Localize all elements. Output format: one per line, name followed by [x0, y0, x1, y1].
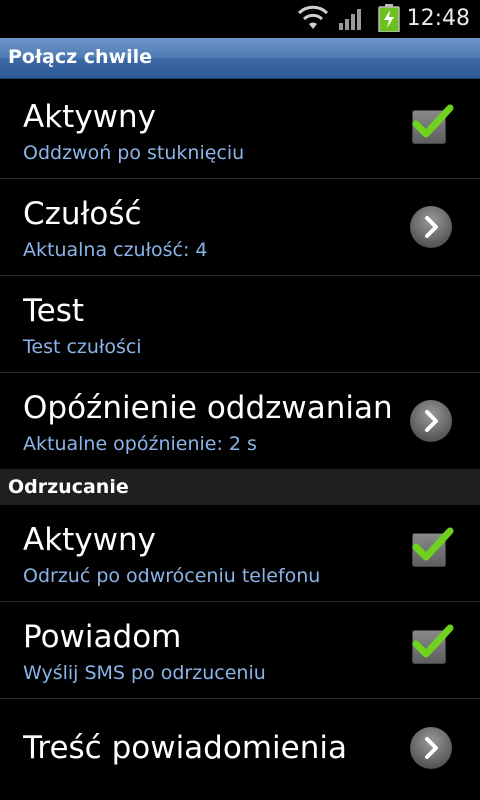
setting-row-reject-active[interactable]: Aktywny Odrzuć po odwróceniu telefonu [0, 505, 480, 602]
setting-title: Aktywny [23, 99, 157, 135]
status-bar: 12:48 [0, 0, 480, 38]
settings-list: Aktywny Oddzwoń po stuknięciu Czułość Ak… [0, 82, 480, 795]
setting-row-callback-delay[interactable]: Opóźnienie oddzwaniania Aktualne opóźnie… [0, 373, 480, 469]
checkmark-icon [412, 624, 454, 658]
battery-charging-icon [378, 4, 400, 32]
chevron-right-icon[interactable] [409, 205, 453, 249]
setting-row-sensitivity[interactable]: Czułość Aktualna czułość: 4 [0, 179, 480, 276]
setting-title: Opóźnienie oddzwaniania [23, 390, 393, 426]
setting-title: Powiadom [23, 619, 182, 655]
setting-subtitle: Wyślij SMS po odrzuceniu [23, 662, 266, 684]
setting-title: Aktywny [23, 522, 157, 558]
setting-row-notification-text[interactable]: Treść powiadomienia [0, 699, 480, 795]
chevron-right-icon[interactable] [409, 726, 453, 770]
signal-icon [339, 9, 361, 30]
chevron-right-icon[interactable] [409, 399, 453, 443]
wifi-icon [297, 5, 329, 29]
checkbox-reject-active[interactable] [412, 527, 454, 567]
checkbox-callback-active[interactable] [412, 104, 454, 144]
setting-subtitle: Aktualne opóźnienie: 2 s [23, 433, 257, 455]
checkmark-icon [412, 104, 454, 138]
setting-row-notify[interactable]: Powiadom Wyślij SMS po odrzuceniu [0, 602, 480, 699]
setting-subtitle: Odrzuć po odwróceniu telefonu [23, 565, 321, 587]
setting-subtitle: Aktualna czułość: 4 [23, 239, 208, 261]
setting-subtitle: Test czułości [23, 336, 142, 358]
setting-title: Treść powiadomienia [23, 730, 347, 766]
status-time: 12:48 [406, 6, 470, 31]
section-header-label: Odrzucanie [8, 476, 129, 498]
checkmark-icon [412, 527, 454, 561]
setting-row-test[interactable]: Test Test czułości [0, 276, 480, 373]
page-title: Połącz chwile [8, 46, 153, 68]
section-header-reject: Odrzucanie [0, 469, 480, 505]
setting-title: Test [23, 293, 85, 329]
setting-subtitle: Oddzwoń po stuknięciu [23, 142, 245, 164]
setting-title: Czułość [23, 196, 142, 232]
title-bar: Połącz chwile [0, 38, 480, 79]
setting-row-callback-active[interactable]: Aktywny Oddzwoń po stuknięciu [0, 82, 480, 179]
checkbox-notify[interactable] [412, 624, 454, 664]
